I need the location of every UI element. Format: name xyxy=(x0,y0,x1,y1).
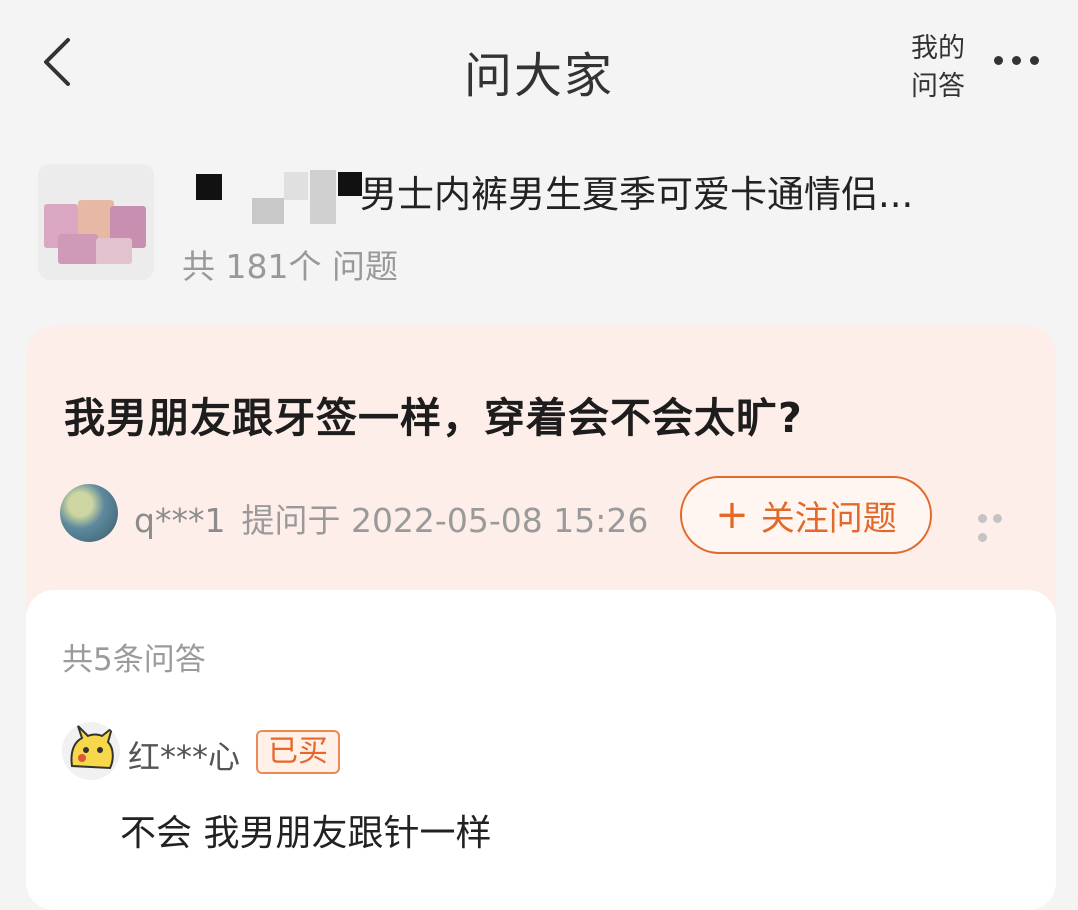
follow-question-label: 关注问题 xyxy=(760,498,897,539)
plus-icon: + xyxy=(715,492,749,538)
product-thumbnail xyxy=(38,164,154,280)
question-more-button[interactable] xyxy=(978,508,1022,542)
follow-question-button[interactable]: + 关注问题 xyxy=(680,476,932,554)
more-horizontal-icon xyxy=(994,50,1048,69)
question-text: 我男朋友跟牙签一样，穿着会不会太旷? xyxy=(64,394,803,442)
asked-time: 提问于 2022-05-08 15:26 xyxy=(241,501,649,540)
my-qa-label-line1: 我的 xyxy=(911,33,965,64)
my-qa-link[interactable]: 我的 问答 xyxy=(900,30,976,106)
more-button[interactable] xyxy=(994,50,1054,74)
purchased-badge: 已买 xyxy=(256,730,340,774)
asker-avatar xyxy=(60,484,118,542)
pikachu-avatar-icon xyxy=(70,725,114,770)
answer-text: 不会 我男朋友跟针一样 xyxy=(120,813,492,854)
top-bar: 问大家 我的 问答 xyxy=(0,0,1078,124)
answers-card: 共5条问答 红***心 已买 不会 我男朋友跟针一样 xyxy=(26,590,1056,910)
chevron-left-icon xyxy=(44,38,70,86)
answer-count: 共5条问答 xyxy=(62,642,206,678)
my-qa-label-line2: 问答 xyxy=(911,71,965,102)
asker-name: q***1 xyxy=(134,501,226,540)
asker-info: q***1 提问于 2022-05-08 15:26 xyxy=(134,494,648,542)
answerer-name: 红***心 xyxy=(128,738,241,776)
back-button[interactable] xyxy=(36,34,86,90)
question-count: 共 181个 问题 xyxy=(182,247,398,286)
answerer-avatar xyxy=(62,722,120,780)
more-horizontal-icon xyxy=(978,508,1008,546)
product-summary[interactable]: 男士内裤男生夏季可爱卡通情侣... 共 181个 问题 xyxy=(0,150,1078,300)
product-name: 男士内裤男生夏季可爱卡通情侣... xyxy=(360,173,914,216)
